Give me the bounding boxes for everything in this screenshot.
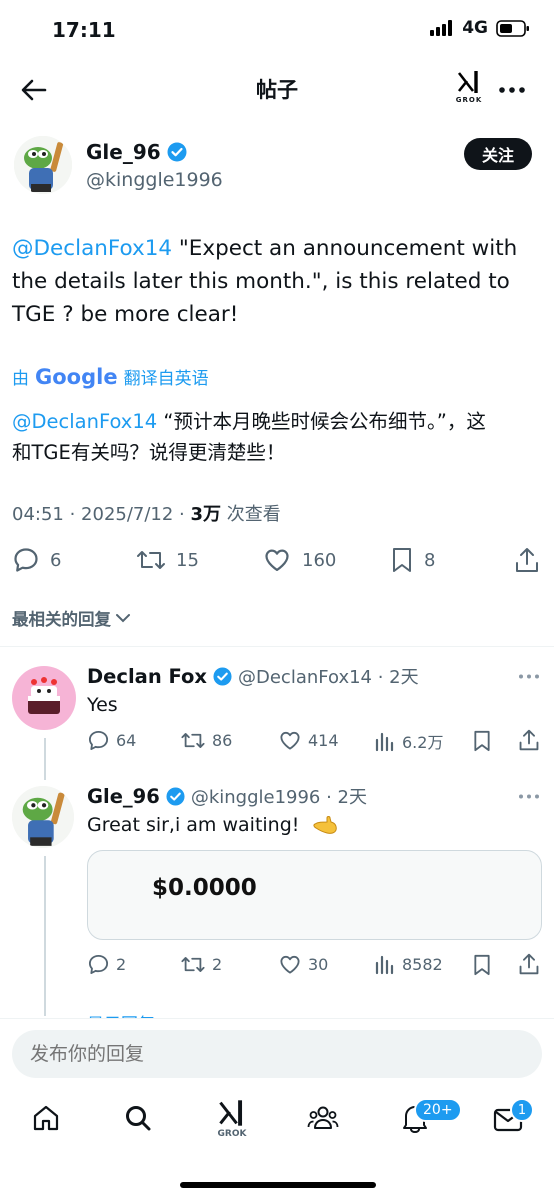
reply-composer-input[interactable] bbox=[12, 1030, 542, 1078]
share-icon bbox=[519, 729, 539, 751]
price-card[interactable]: $0.0000 bbox=[87, 850, 542, 940]
reply-more-button[interactable] bbox=[516, 666, 542, 686]
home-indicator bbox=[180, 1182, 376, 1188]
reply-views-action[interactable]: 6.2万 bbox=[374, 729, 443, 753]
tab-grok-label: GROK bbox=[217, 1129, 247, 1139]
more-button[interactable] bbox=[494, 72, 530, 108]
notifications-badge: 20+ bbox=[414, 1098, 462, 1122]
cake-avatar-icon bbox=[28, 677, 60, 714]
reply-bookmark-action[interactable] bbox=[472, 953, 492, 981]
bookmark-icon bbox=[474, 954, 490, 976]
status-time: 17:11 bbox=[52, 18, 116, 42]
reply-reply-action[interactable]: 2 bbox=[87, 953, 126, 976]
translated-text: @DeclanFox14 “预计本月晚些时候会公布细节。”，这 和TGE有关吗？… bbox=[12, 410, 486, 464]
grok-logo-icon bbox=[457, 71, 478, 93]
reply-avatar[interactable] bbox=[12, 666, 76, 730]
more-dots-icon bbox=[499, 87, 525, 93]
post-meta: 04:51 · 2025/7/12 · 3万 次查看 bbox=[12, 504, 281, 525]
like-action[interactable]: 160 bbox=[262, 546, 336, 574]
bookmark-icon bbox=[393, 548, 411, 572]
thread-line bbox=[44, 738, 46, 780]
people-icon bbox=[307, 1106, 339, 1129]
reply-author-name[interactable]: Gle_96 bbox=[87, 785, 160, 808]
reply-more-button[interactable] bbox=[516, 786, 542, 806]
follow-label: 关注 bbox=[481, 146, 514, 165]
reply-text: Great sir,i am waiting! bbox=[87, 814, 300, 836]
tab-communities[interactable] bbox=[305, 1100, 341, 1136]
verified-badge-icon bbox=[166, 786, 185, 806]
analytics-icon bbox=[375, 732, 394, 752]
reply-author-name[interactable]: Declan Fox bbox=[87, 665, 207, 688]
tab-home[interactable] bbox=[28, 1100, 64, 1136]
reply-text: Yes bbox=[87, 694, 118, 716]
status-bar: 17:11 4G bbox=[0, 0, 554, 60]
thread-line bbox=[44, 856, 46, 1016]
repost-icon bbox=[181, 957, 205, 972]
more-dots-icon bbox=[519, 794, 539, 798]
reply-share-action[interactable] bbox=[518, 728, 540, 756]
reply-action[interactable]: 6 bbox=[12, 546, 61, 574]
bookmark-icon bbox=[474, 730, 490, 752]
reply-like-action[interactable]: 30 bbox=[278, 953, 328, 976]
post-text: @DeclanFox14 "Expect an announcement wit… bbox=[12, 236, 518, 327]
repost-icon bbox=[181, 733, 205, 748]
reply-repost-action[interactable]: 2 bbox=[180, 953, 222, 976]
grok-label: GROK bbox=[455, 96, 483, 104]
share-icon bbox=[516, 548, 538, 572]
verified-badge-icon bbox=[213, 666, 232, 686]
pointing-hand-emoji-icon bbox=[313, 816, 338, 834]
share-icon bbox=[519, 953, 539, 975]
chevron-down-icon bbox=[116, 614, 130, 623]
messages-badge: 1 bbox=[510, 1098, 534, 1122]
heart-icon bbox=[280, 731, 300, 750]
pepe-avatar-icon bbox=[14, 136, 72, 194]
more-dots-icon bbox=[519, 674, 539, 678]
repost-action[interactable]: 15 bbox=[136, 546, 199, 574]
battery-icon bbox=[496, 19, 529, 37]
heart-icon bbox=[280, 955, 300, 974]
tab-grok[interactable]: GROK bbox=[212, 1098, 252, 1146]
section-divider bbox=[0, 646, 554, 647]
heart-icon bbox=[265, 549, 289, 572]
bookmark-action[interactable]: 8 bbox=[390, 546, 435, 574]
reply-like-action[interactable]: 414 bbox=[278, 729, 339, 752]
author-handle[interactable]: @kinggle1996 bbox=[86, 169, 223, 191]
share-action[interactable] bbox=[514, 546, 540, 574]
reply-avatar[interactable] bbox=[12, 786, 74, 848]
grok-button[interactable]: GROK bbox=[452, 70, 486, 110]
pepe-avatar-icon bbox=[12, 786, 74, 848]
reply-sort-selector[interactable]: 最相关的回复 bbox=[12, 606, 131, 630]
home-icon bbox=[33, 1105, 59, 1131]
reply-icon bbox=[14, 548, 38, 572]
reply-share-action[interactable] bbox=[518, 952, 540, 980]
network-label: 4G bbox=[462, 18, 488, 38]
reply-author-handle[interactable]: @DeclanFox14 · 2天 bbox=[238, 663, 419, 689]
reply-repost-action[interactable]: 86 bbox=[180, 729, 232, 752]
repost-icon bbox=[137, 551, 165, 569]
mention-link[interactable]: @DeclanFox14 bbox=[12, 236, 172, 261]
reply-icon bbox=[88, 730, 109, 751]
follow-button[interactable]: 关注 bbox=[464, 138, 532, 170]
reply-reply-action[interactable]: 64 bbox=[87, 729, 136, 752]
reply-bookmark-action[interactable] bbox=[472, 729, 492, 757]
price-card-value: $0.0000 bbox=[152, 875, 257, 901]
tab-search[interactable] bbox=[120, 1100, 156, 1136]
reply-author-handle[interactable]: @kinggle1996 · 2天 bbox=[191, 783, 367, 809]
post-timestamp: 04:51 · 2025/7/12 · bbox=[12, 504, 191, 525]
status-indicators: 4G bbox=[430, 18, 530, 38]
grok-logo-icon bbox=[219, 1100, 243, 1126]
author-name[interactable]: Gle_96 bbox=[86, 140, 161, 164]
search-icon bbox=[126, 1106, 151, 1131]
verified-badge-icon bbox=[167, 142, 187, 162]
google-logo: Google bbox=[35, 364, 118, 389]
reply-views-action[interactable]: 8582 bbox=[374, 953, 443, 975]
translation-attribution[interactable]: 由 Google 翻译自英语 bbox=[12, 364, 209, 390]
analytics-icon bbox=[375, 955, 394, 975]
author-avatar[interactable] bbox=[14, 136, 72, 194]
translated-mention-link[interactable]: @DeclanFox14 bbox=[12, 410, 157, 433]
reply-icon bbox=[88, 954, 109, 975]
views-count: 3万 bbox=[190, 504, 222, 525]
signal-icon bbox=[430, 20, 453, 36]
